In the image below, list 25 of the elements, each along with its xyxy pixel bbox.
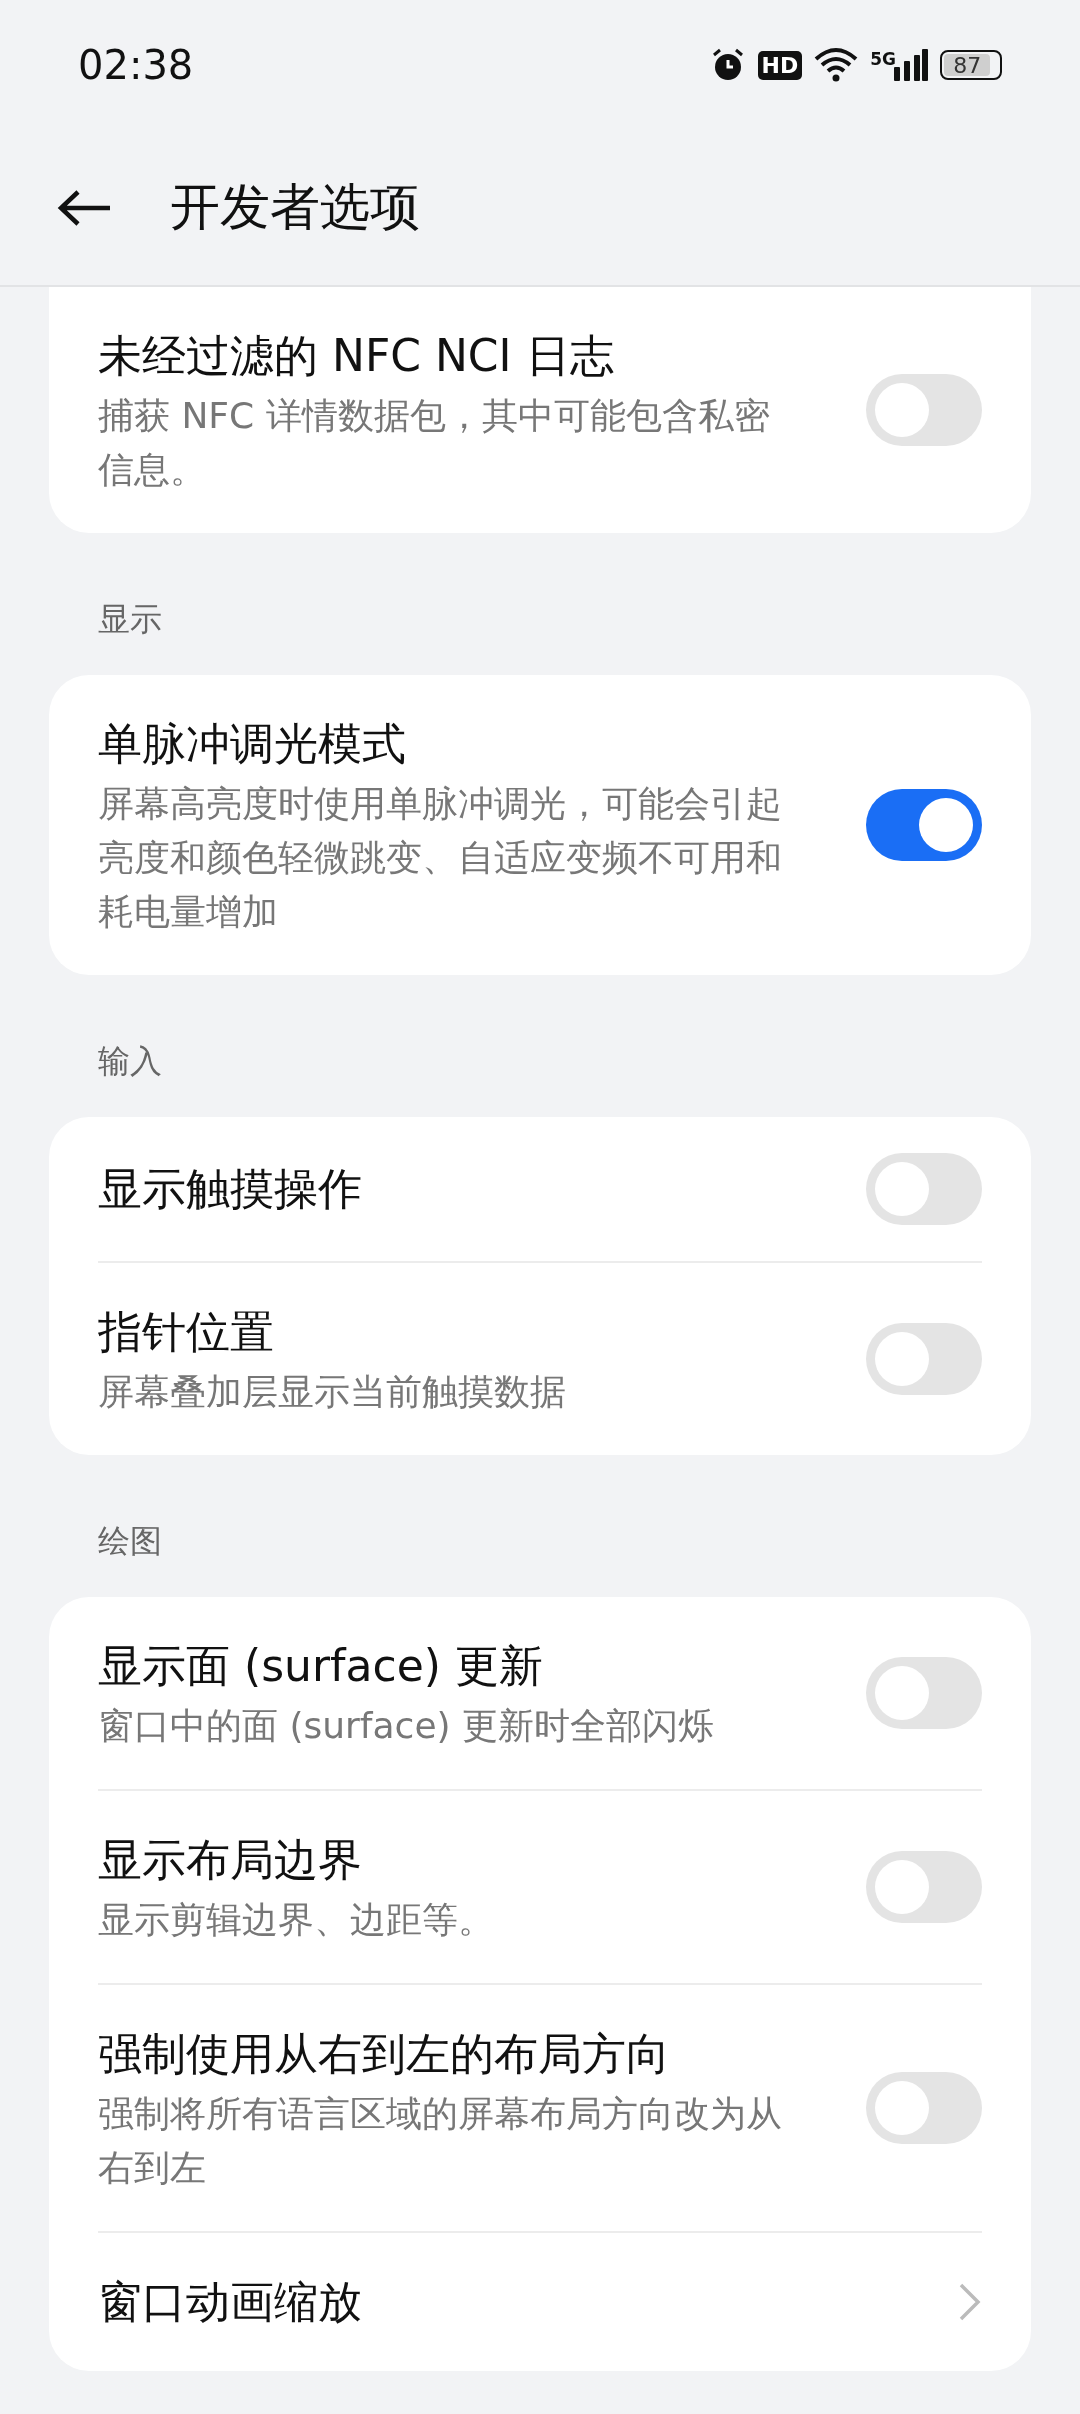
section-label: 输入 xyxy=(97,1041,163,1082)
setting-description: 显示剪辑边界、边距等。 xyxy=(98,1898,495,1942)
setting-description: 捕获 NFC 详情数据包，其中可能包含私密信息。 xyxy=(98,394,771,492)
setting-title: 强制使用从右到左的布局方向 xyxy=(98,2027,671,2081)
wifi-icon xyxy=(814,47,859,83)
chevron-icon xyxy=(958,2282,982,2322)
setting-description: 强制将所有语言区域的屏幕布局方向改为从右到左 xyxy=(98,2092,783,2190)
setting-description: 窗口中的面 (surface) 更新时全部闪烁 xyxy=(98,1704,716,1748)
setting-title: 显示触摸操作 xyxy=(98,1162,363,1216)
status-time: 02:38 xyxy=(78,42,194,88)
setting-description: 屏幕叠加层显示当前触摸数据 xyxy=(98,1370,567,1414)
setting-title: 单脉冲调光模式 xyxy=(98,717,407,771)
setting-title: 窗口动画缩放 xyxy=(98,2275,363,2329)
setting-description: 屏幕高亮度时使用单脉冲调光，可能会引起亮度和颜色轻微跳变、自适应变频不可用和耗电量增加 xyxy=(98,782,783,934)
setting-title: 指针位置 xyxy=(98,1305,275,1359)
battery-icon: 87 xyxy=(940,50,1002,80)
setting-title: 显示面 (surface) 更新 xyxy=(98,1639,544,1693)
page-title: 开发者选项 xyxy=(170,177,420,238)
network-label: 5G xyxy=(870,49,896,69)
section-label: 显示 xyxy=(97,599,163,640)
hd-badge: HD xyxy=(757,50,803,80)
setting-title: 未经过滤的 NFC NCI 日志 xyxy=(98,329,615,383)
section-label: 绘图 xyxy=(97,1521,163,1562)
back-icon[interactable] xyxy=(56,187,112,228)
setting-title: 显示布局边界 xyxy=(98,1833,363,1887)
